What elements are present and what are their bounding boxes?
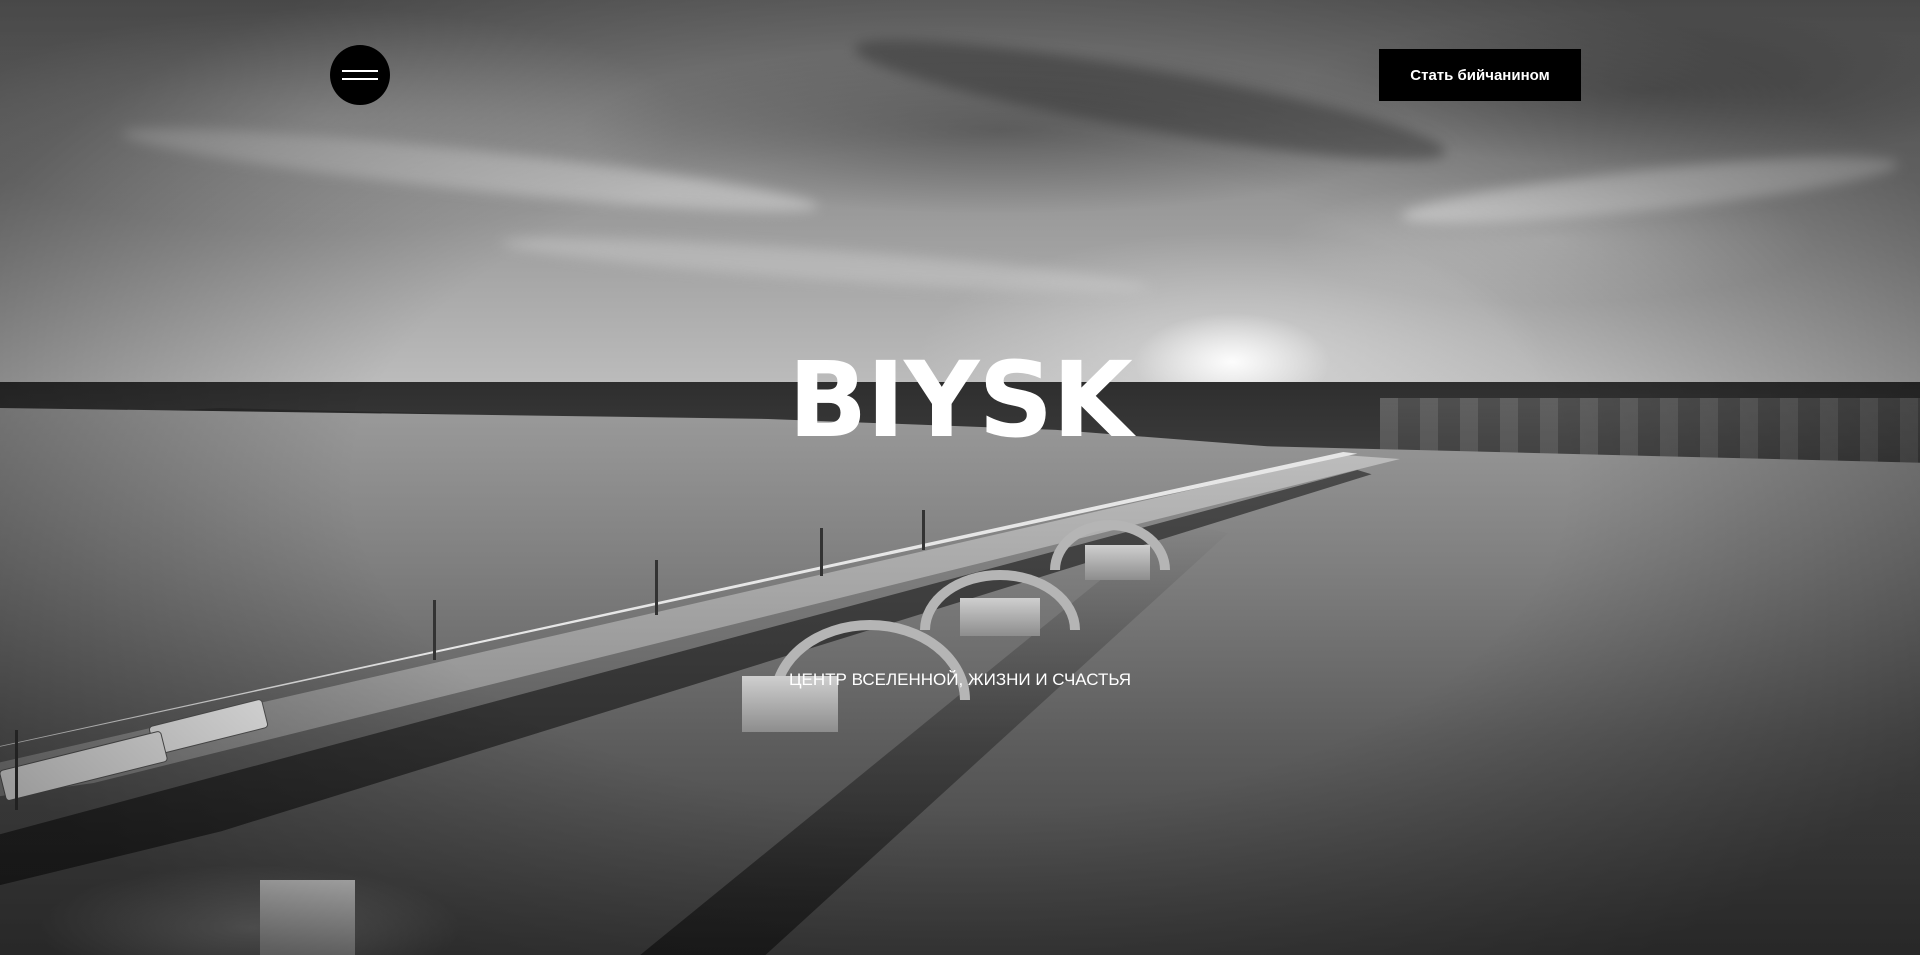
hero-subtitle: ЦЕНТР ВСЕЛЕННОЙ, ЖИЗНИ И СЧАСТЬЯ [788,670,1132,689]
become-resident-button[interactable]: Стать бийчанином [1379,49,1581,101]
street-lamp [433,600,436,660]
menu-button[interactable] [330,45,390,105]
hero-section: Стать бийчанином BIYSK ЦЕНТР ВСЕЛЕННОЙ, … [0,0,1920,955]
street-lamp [820,528,823,576]
street-lamp [655,560,658,615]
street-lamp [15,730,18,810]
hamburger-menu-icon [342,78,378,80]
bridge-pier [960,598,1040,636]
bridge-pier [1085,545,1150,580]
hamburger-menu-icon [342,70,378,72]
page-title: BIYSK [788,339,1133,461]
bridge-pier [260,880,355,955]
street-lamp [922,510,925,550]
